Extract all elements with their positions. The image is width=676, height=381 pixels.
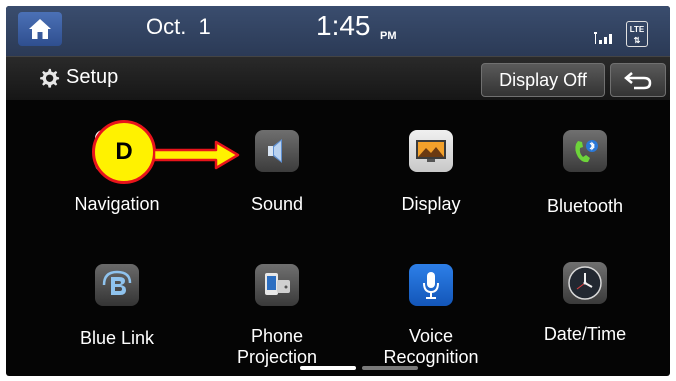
back-button[interactable] xyxy=(610,63,666,97)
app-sound[interactable]: Sound xyxy=(202,124,352,224)
app-date-time[interactable]: Date/Time xyxy=(510,258,660,368)
clock-icon xyxy=(563,262,607,304)
status-ampm: PM xyxy=(380,30,397,42)
gear-icon xyxy=(40,68,60,88)
app-voice-recognition[interactable]: Voice Recognition xyxy=(356,258,506,368)
status-date: Oct. 1 xyxy=(146,14,211,39)
display-off-button[interactable]: Display Off xyxy=(481,63,605,97)
head-unit-screen: Oct. 1 1:45 PM LTE ⇅ Setup Display Off N… xyxy=(6,6,670,376)
lte-status-icon: LTE ⇅ xyxy=(626,21,648,47)
status-bar: Oct. 1 1:45 PM LTE ⇅ xyxy=(6,6,670,56)
callout-arrow-icon xyxy=(154,140,240,170)
app-phone-projection[interactable]: Phone Projection xyxy=(202,258,352,368)
home-button[interactable] xyxy=(18,12,62,46)
blue-link-icon xyxy=(95,264,139,306)
app-label: Display xyxy=(401,194,461,214)
status-time: 1:45 xyxy=(316,10,371,41)
app-label: Bluetooth xyxy=(546,196,624,216)
display-icon xyxy=(409,130,453,172)
signal-strength-icon xyxy=(594,32,612,44)
app-label: Sound xyxy=(250,194,304,214)
network-type: LTE xyxy=(629,25,645,34)
home-icon xyxy=(29,19,51,39)
app-label: Date/Time xyxy=(543,324,627,344)
app-label: Navigation xyxy=(74,194,160,214)
callout-marker: D xyxy=(92,120,156,184)
setup-header: Setup Display Off xyxy=(6,56,670,100)
speaker-icon xyxy=(255,130,299,172)
page-title: Setup xyxy=(66,66,119,88)
bluetooth-phone-icon xyxy=(563,130,607,172)
app-blue-link[interactable]: Blue Link xyxy=(42,258,192,368)
app-label: Phone Projection xyxy=(236,326,318,367)
app-label: Blue Link xyxy=(79,328,155,348)
data-transfer-icon: ⇅ xyxy=(633,36,641,45)
back-arrow-icon xyxy=(624,72,652,90)
app-bluetooth[interactable]: Bluetooth xyxy=(510,124,660,224)
app-display[interactable]: Display xyxy=(356,124,506,224)
page-indicator-active[interactable] xyxy=(300,366,356,370)
microphone-icon xyxy=(409,264,453,306)
app-label: Voice Recognition xyxy=(383,326,479,367)
phone-projection-icon xyxy=(255,264,299,306)
page-indicator[interactable] xyxy=(362,366,418,370)
